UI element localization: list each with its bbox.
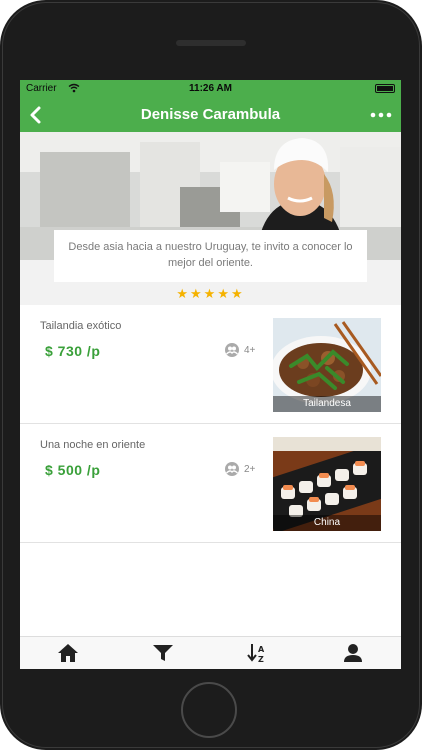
tab-filter[interactable] (115, 637, 210, 669)
experience-list: Tailandia exótico $ 730 /p 4+ Tailandesa… (20, 305, 401, 636)
experience-card[interactable]: Tailandia exótico $ 730 /p 4+ Tailandesa (20, 305, 401, 424)
status-bar: Carrier 11:26 AM (20, 80, 401, 98)
experience-name: Tailandia exótico (40, 320, 122, 332)
guest-count: 2+ (224, 462, 264, 476)
phone-home-button[interactable] (181, 682, 237, 738)
more-icon (370, 112, 392, 118)
cuisine-label: China (273, 515, 381, 531)
page-title: Denisse Carambula (140, 106, 281, 123)
app-screen: Carrier 11:26 AM Denisse Carambula Desde… (20, 80, 401, 669)
guest-count-label: 4+ (244, 345, 256, 356)
profile-icon (344, 644, 362, 662)
tab-sort[interactable]: AZ (210, 637, 305, 669)
tab-home[interactable] (20, 637, 115, 669)
experience-thumbnail[interactable]: China (273, 437, 381, 531)
chef-description: Desde asia hacia a nuestro Uruguay, te i… (54, 230, 367, 282)
phone-frame: Carrier 11:26 AM Denisse Carambula Desde… (0, 0, 422, 750)
tab-profile[interactable] (305, 637, 400, 669)
more-button[interactable] (369, 104, 393, 126)
phone-speaker (176, 40, 246, 46)
group-icon (225, 462, 239, 476)
filter-icon (153, 645, 173, 661)
experience-card[interactable]: Una noche en oriente $ 500 /p 2+ China (20, 424, 401, 543)
guest-count: 4+ (224, 343, 264, 357)
group-icon (225, 343, 239, 357)
guest-count-label: 2+ (244, 464, 256, 475)
cuisine-label: Tailandesa (273, 396, 381, 412)
experience-name: Una noche en oriente (40, 439, 146, 451)
tab-bar: AZ (20, 636, 401, 669)
sort-az-icon: AZ (247, 644, 265, 663)
status-time: 11:26 AM (189, 83, 232, 94)
home-icon (58, 644, 78, 662)
experience-price: $ 500 /p (45, 462, 101, 478)
experience-price: $ 730 /p (45, 343, 101, 359)
rating-stars: ★★★★★ (176, 286, 245, 301)
nav-bar: Denisse Carambula (20, 98, 401, 132)
experience-thumbnail[interactable]: Tailandesa (273, 318, 381, 412)
svg-text:Z: Z (258, 655, 264, 663)
svg-text:A: A (258, 645, 265, 654)
battery-icon (375, 84, 395, 93)
